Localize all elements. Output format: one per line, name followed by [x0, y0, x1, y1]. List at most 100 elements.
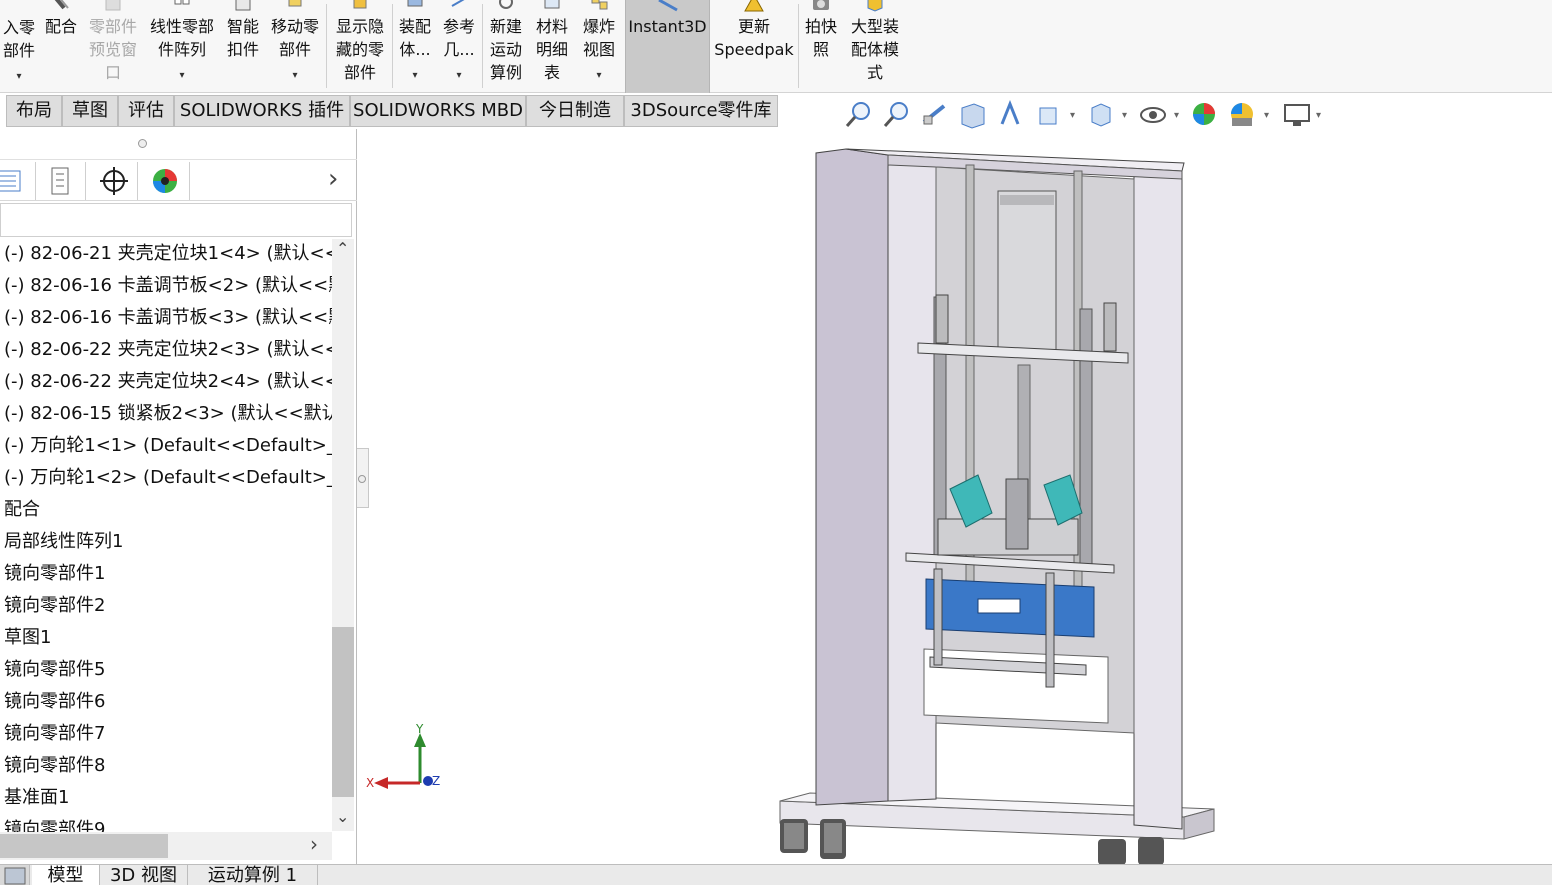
display-style-icon[interactable]	[1086, 100, 1116, 130]
panel-splitter[interactable]	[357, 448, 369, 508]
zoom-to-fit-icon[interactable]	[844, 100, 874, 130]
display-manager-tab[interactable]	[140, 162, 190, 200]
apply-scene-dropdown-icon[interactable]: ▾	[1264, 110, 1269, 121]
show-hidden-components-button[interactable]: 显示隐 藏的零 部件	[330, 0, 390, 93]
large-assembly-label-1: 大型装	[850, 17, 899, 36]
tree-item[interactable]: 局部线性阵列1	[0, 527, 332, 559]
vertical-scroll-thumb[interactable]	[332, 627, 354, 797]
preview-label-1: 零部件	[88, 17, 137, 36]
tree-item[interactable]: 草图1	[0, 623, 332, 655]
tree-item[interactable]: 镜向零部件1	[0, 559, 332, 591]
tab-motion-study-1[interactable]: 运动算例 1	[188, 865, 318, 885]
tab-solidworks-addins[interactable]: SOLIDWORKS 插件	[174, 95, 350, 127]
graphics-area[interactable]: Y X Z	[358, 129, 1552, 865]
display-style-dropdown-icon[interactable]: ▾	[1122, 110, 1127, 121]
assembly-model-view[interactable]	[358, 129, 1552, 865]
exploded-view-button[interactable]: 爆炸 视图 ▾	[576, 0, 622, 93]
reference-geometry-button[interactable]: 参考 几... ▾	[438, 0, 480, 93]
tree-item[interactable]: (-) 82-06-16 卡盖调节板<2> (默认<<默	[0, 271, 332, 303]
more-tabs-arrow-icon[interactable]: ›	[328, 164, 338, 194]
previous-view-icon[interactable]	[920, 100, 950, 130]
tree-item[interactable]: 基准面1	[0, 783, 332, 815]
tab-3d-view[interactable]: 3D 视图	[100, 865, 188, 885]
tab-layout[interactable]: 布局	[6, 95, 62, 127]
exploded-view-dropdown-icon[interactable]: ▾	[596, 70, 601, 81]
feature-manager-tab[interactable]	[0, 162, 36, 200]
property-manager-tab[interactable]	[36, 162, 86, 200]
take-snapshot-button[interactable]: 拍快 照	[800, 0, 842, 93]
assembly-features-icon	[407, 0, 423, 7]
reference-geometry-label-1: 参考	[442, 17, 475, 36]
solidworks-window: 入零 部件 ▾ 配合 零部件 预览窗 口 线性零部 件阵列 ▾ 智能 扣件 移动…	[0, 0, 1552, 885]
instant3d-button[interactable]: Instant3D	[625, 0, 710, 93]
move-component-dropdown-icon[interactable]: ▾	[292, 70, 297, 81]
assembly-features-dropdown-icon[interactable]: ▾	[412, 70, 417, 81]
show-hidden-label-3: 部件	[343, 63, 376, 82]
linear-component-pattern-button[interactable]: 线性零部 件阵列 ▾	[146, 0, 218, 93]
motion-study-icon	[499, 0, 513, 9]
bom-label-2: 明细	[535, 40, 568, 59]
tree-item[interactable]: (-) 万向轮1<2> (Default<<Default>_D	[0, 463, 332, 495]
new-motion-study-button[interactable]: 新建 运动 算例	[484, 0, 528, 93]
tree-item[interactable]: 镜向零部件5	[0, 655, 332, 687]
tree-item[interactable]: 镜向零部件2	[0, 591, 332, 623]
zoom-to-area-icon[interactable]	[882, 100, 912, 130]
linear-pattern-dropdown-icon[interactable]: ▾	[179, 70, 184, 81]
view-settings-dropdown-icon[interactable]: ▾	[1316, 110, 1321, 121]
dynamic-annotation-icon[interactable]	[996, 100, 1026, 130]
ribbon-separator	[326, 4, 327, 88]
preview-label-2: 预览窗	[88, 40, 137, 59]
tree-item[interactable]: 镜向零部件6	[0, 687, 332, 719]
hide-show-dropdown-icon[interactable]: ▾	[1174, 110, 1179, 121]
configuration-manager-tab[interactable]	[88, 162, 138, 200]
hide-show-items-icon[interactable]	[1138, 100, 1168, 130]
apply-scene-icon[interactable]	[1228, 100, 1258, 130]
view-settings-icon[interactable]	[1282, 100, 1312, 130]
insert-components-dropdown-icon[interactable]: ▾	[16, 71, 21, 82]
view-orientation-icon[interactable]	[1034, 100, 1064, 130]
splitter-handle[interactable]	[358, 475, 366, 483]
tree-item[interactable]: (-) 82-06-21 夹壳定位块1<4> (默认<<默	[0, 239, 332, 271]
property-manager-icon	[51, 167, 69, 195]
tab-sketch[interactable]: 草图	[62, 95, 118, 127]
large-assembly-mode-button[interactable]: 大型装 配体模 式	[844, 0, 906, 93]
tab-made-today[interactable]: 今日制造	[526, 95, 624, 127]
tab-3dsource-library[interactable]: 3DSource零件库	[624, 95, 778, 127]
insert-components-label-1: 入零	[2, 18, 35, 37]
tree-horizontal-scrollbar[interactable]: ›	[0, 832, 332, 860]
mate-button[interactable]: 配合	[40, 0, 82, 93]
tab-evaluate[interactable]: 评估	[118, 95, 174, 127]
scroll-down-icon[interactable]: ⌄	[336, 807, 349, 826]
bill-of-materials-button[interactable]: 材料 明细 表	[530, 0, 574, 93]
tree-item[interactable]: (-) 82-06-16 卡盖调节板<3> (默认<<默	[0, 303, 332, 335]
tree-item[interactable]: 镜向零部件7	[0, 719, 332, 751]
reference-geometry-icon	[451, 0, 465, 7]
tree-item[interactable]: (-) 82-06-22 夹壳定位块2<3> (默认<<默	[0, 335, 332, 367]
tree-item[interactable]: (-) 82-06-22 夹壳定位块2<4> (默认<<默	[0, 367, 332, 399]
tree-item[interactable]: (-) 万向轮1<1> (Default<<Default>_D	[0, 431, 332, 463]
tree-item-mates[interactable]: 配合	[0, 495, 332, 527]
smart-fasteners-button[interactable]: 智能 扣件	[222, 0, 264, 93]
panel-handle[interactable]	[138, 139, 147, 148]
tab-scroll-icon[interactable]	[0, 865, 30, 885]
assembly-features-button[interactable]: 装配 体... ▾	[394, 0, 436, 93]
update-speedpak-button[interactable]: 更新 Speedpak	[712, 0, 796, 93]
move-component-button[interactable]: 移动零 部件 ▾	[266, 0, 324, 93]
tab-model[interactable]: 模型	[32, 865, 100, 885]
insert-components-button[interactable]: 入零 部件 ▾	[0, 0, 38, 93]
edit-appearance-icon[interactable]	[1190, 100, 1220, 130]
feature-tree-filter-input[interactable]	[0, 203, 352, 237]
horizontal-scroll-thumb[interactable]	[0, 834, 168, 858]
section-view-icon[interactable]	[958, 100, 988, 130]
reference-geometry-dropdown-icon[interactable]: ▾	[456, 70, 461, 81]
tab-solidworks-mbd[interactable]: SOLIDWORKS MBD	[350, 95, 526, 127]
scroll-right-icon[interactable]: ›	[310, 832, 318, 856]
tree-item[interactable]: (-) 82-06-15 锁紧板2<3> (默认<<默认	[0, 399, 332, 431]
bom-label-3: 表	[543, 63, 560, 82]
tree-vertical-scrollbar[interactable]: ⌃ ⌄	[332, 239, 354, 831]
tree-item[interactable]: 镜向零部件8	[0, 751, 332, 783]
scroll-up-icon[interactable]: ⌃	[336, 239, 349, 258]
view-orientation-dropdown-icon[interactable]: ▾	[1070, 110, 1075, 121]
reference-geometry-label-2: 几...	[443, 40, 475, 59]
linear-pattern-label-1: 线性零部	[149, 17, 214, 36]
